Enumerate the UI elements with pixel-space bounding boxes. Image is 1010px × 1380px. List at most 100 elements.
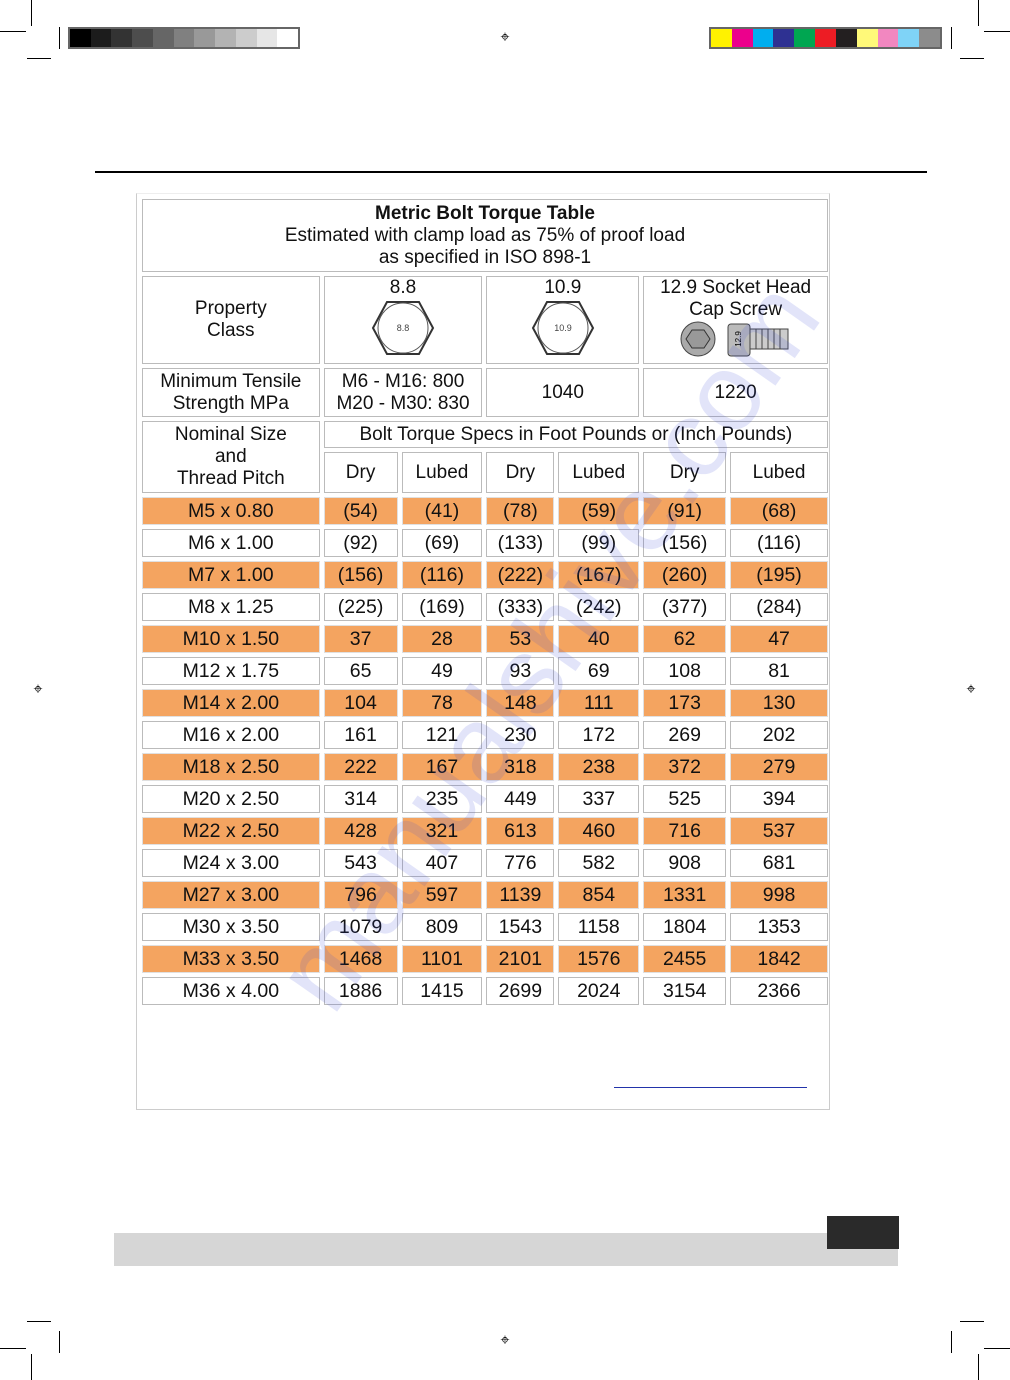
label-line: Strength MPa: [172, 392, 289, 414]
torque-value-cell: (78): [486, 497, 555, 525]
col-header-dry: Dry: [323, 452, 398, 493]
torque-value-cell: 321: [401, 817, 483, 845]
color-swatch: [111, 29, 133, 47]
col-header-lubed: Lubed: [401, 452, 483, 493]
crop-mark: [59, 27, 60, 49]
registration-mark-icon: ⌖: [966, 681, 976, 698]
torque-value-cell: 525: [643, 785, 727, 813]
torque-value-cell: 81: [730, 657, 828, 685]
torque-value-cell: 238: [558, 753, 640, 781]
torque-value-cell: 121: [401, 721, 483, 749]
torque-value-cell: (260): [643, 561, 727, 589]
table-subtitle: Estimated with clamp load as 75% of proo…: [284, 224, 686, 246]
table-row: M30 x 3.50 1079 809 1543 1158 1804 1353: [142, 913, 828, 941]
torque-value-cell: 394: [730, 785, 828, 813]
class-12-9: 12.9 Socket Head Cap Screw 12.9: [643, 276, 828, 364]
torque-value-cell: 908: [643, 849, 727, 877]
table-row: M5 x 0.80 (54) (41) (78) (59) (91) (68): [142, 497, 828, 525]
torque-value-cell: (116): [401, 561, 483, 589]
torque-value-cell: 130: [730, 689, 828, 717]
color-swatch: [277, 29, 299, 47]
torque-spec-header: Bolt Torque Specs in Foot Pounds or (Inc…: [323, 421, 828, 448]
label-line: and: [214, 446, 247, 467]
color-swatch: [731, 29, 753, 47]
torque-value-cell: 1139: [486, 881, 555, 909]
color-swatch: [152, 29, 174, 47]
torque-value-cell: 148: [486, 689, 555, 717]
torque-value-cell: 2455: [643, 945, 727, 973]
col-header-lubed: Lubed: [558, 452, 640, 493]
property-class-label: Property Class: [142, 276, 320, 364]
crop-mark: [984, 31, 1010, 32]
table-subtitle: as specified in ISO 898-1: [378, 246, 592, 268]
color-swatch: [235, 29, 257, 47]
color-swatch: [919, 29, 940, 47]
value-line: M20 - M30: 830: [336, 392, 470, 414]
tensile-12-9: 1220: [643, 368, 828, 417]
color-swatch: [132, 29, 153, 47]
hex-bolt-head-icon: 8.8: [371, 301, 435, 355]
color-swatch: [70, 29, 91, 47]
nominal-size-label: Nominal Size and Thread Pitch: [142, 421, 320, 493]
torque-value-cell: (284): [730, 593, 828, 621]
color-swatch: [711, 29, 732, 47]
torque-value-cell: (133): [486, 529, 555, 557]
hex-bolt-head-icon: 10.9: [531, 301, 594, 355]
color-swatch: [856, 29, 878, 47]
torque-value-cell: 854: [558, 881, 640, 909]
registration-mark-icon: ⌖: [33, 681, 43, 698]
torque-value-cell: 78: [401, 689, 483, 717]
col-header-dry: Dry: [643, 452, 727, 493]
torque-value-cell: (242): [558, 593, 640, 621]
torque-value-cell: 1804: [643, 913, 727, 941]
col-header-dry: Dry: [486, 452, 555, 493]
class-8-8: 8.8 8.8: [323, 276, 483, 364]
torque-value-cell: 1576: [558, 945, 640, 973]
nominal-size-cell: M8 x 1.25: [142, 593, 320, 621]
torque-value-cell: 1331: [643, 881, 727, 909]
footer-bar: [114, 1233, 898, 1266]
torque-value-cell: 460: [558, 817, 640, 845]
torque-value-cell: 1543: [486, 913, 555, 941]
torque-value-cell: 1415: [401, 977, 483, 1005]
torque-value-cell: (169): [401, 593, 483, 621]
grayscale-color-bar: [68, 27, 300, 49]
torque-value-cell: 543: [323, 849, 398, 877]
torque-value-cell: 809: [401, 913, 483, 941]
color-swatch: [256, 29, 278, 47]
torque-value-cell: 69: [558, 657, 640, 685]
crop-mark: [27, 1321, 51, 1322]
torque-value-cell: 449: [486, 785, 555, 813]
label-line: Thread Pitch: [176, 468, 285, 489]
torque-value-cell: 1468: [323, 945, 398, 973]
nominal-size-cell: M24 x 3.00: [142, 849, 320, 877]
page-number-block: [827, 1216, 899, 1249]
crop-mark: [951, 27, 952, 49]
color-swatch: [794, 29, 816, 47]
torque-value-cell: 279: [730, 753, 828, 781]
torque-value-cell: (222): [486, 561, 555, 589]
nominal-size-cell: M22 x 2.50: [142, 817, 320, 845]
torque-value-cell: 93: [486, 657, 555, 685]
color-swatch: [752, 29, 774, 47]
nominal-size-cell: M14 x 2.00: [142, 689, 320, 717]
torque-value-cell: (59): [558, 497, 640, 525]
torque-value-cell: (69): [401, 529, 483, 557]
table-row: M12 x 1.75 65 49 93 69 108 81: [142, 657, 828, 685]
torque-value-cell: 167: [401, 753, 483, 781]
torque-value-cell: (91): [643, 497, 727, 525]
torque-value-cell: 2024: [558, 977, 640, 1005]
torque-value-cell: 104: [323, 689, 398, 717]
crop-mark: [978, 0, 979, 26]
torque-value-cell: 2366: [730, 977, 828, 1005]
torque-value-cell: 337: [558, 785, 640, 813]
label-line: Nominal Size: [174, 424, 287, 445]
table-row: M16 x 2.00 161 121 230 172 269 202: [142, 721, 828, 749]
torque-value-cell: 318: [486, 753, 555, 781]
crop-mark: [978, 1354, 979, 1380]
nominal-size-cell: M6 x 1.00: [142, 529, 320, 557]
bolt-mark: 10.9: [554, 323, 572, 333]
torque-value-cell: 3154: [643, 977, 727, 1005]
torque-value-cell: (156): [323, 561, 398, 589]
torque-value-cell: 314: [323, 785, 398, 813]
